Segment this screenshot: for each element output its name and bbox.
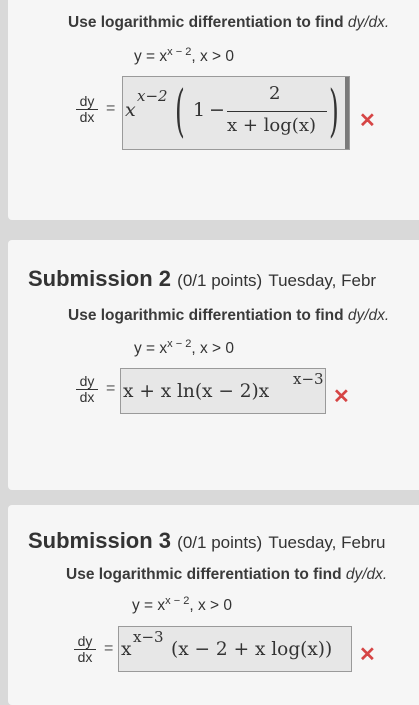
answer-box-edge — [345, 77, 349, 149]
dydx-numerator: dy — [76, 374, 98, 390]
answer-rest: (x − 2 + x log(x)) — [171, 639, 333, 660]
instruction-text: Use logarithmic differentiation to find … — [68, 307, 389, 325]
submission-3-header: Submission 3 (0/1 points) Tuesday, Febru — [28, 528, 386, 554]
answer-box-1: x x−2 ( 1 − 2 x + log(x) ) — [122, 76, 350, 150]
answer-box-2: x + x ln(x − 2)x x−3 — [120, 368, 326, 414]
dydx-denominator: dx — [79, 389, 95, 405]
answer-base: x — [125, 99, 136, 121]
dydx-numerator: dy — [74, 634, 96, 650]
submission-date: Tuesday, Febru — [268, 533, 386, 552]
answer-fraction-denominator: x + log(x) — [227, 115, 316, 136]
instruction-target: dy/dx. — [345, 566, 388, 583]
equals-sign: = — [106, 380, 116, 397]
given-equation: y = xx − 2, x > 0 — [132, 595, 232, 615]
answer-expression: x + x ln(x − 2)x — [123, 381, 270, 402]
incorrect-x-icon: ✕ — [333, 386, 350, 408]
dydx-denominator: dx — [77, 649, 93, 665]
answer-exponent: x−3 — [293, 370, 324, 388]
equation-condition: , x > 0 — [191, 48, 234, 66]
equation-lhs: y = x — [134, 48, 168, 66]
answer-minus: − — [209, 99, 225, 121]
answer-exponent: x−2 — [137, 87, 168, 105]
answer-paren-close: ) — [329, 79, 339, 144]
instruction-target: dy/dx. — [347, 307, 390, 324]
incorrect-x-icon: ✕ — [359, 110, 376, 132]
equals-sign: = — [106, 100, 116, 117]
given-equation: y = xx − 2, x > 0 — [134, 338, 234, 358]
equation-lhs: y = x — [132, 597, 166, 615]
submission-2-header: Submission 2 (0/1 points) Tuesday, Febr — [28, 266, 376, 292]
answer-paren-open: ( — [175, 79, 185, 144]
submission-title: Submission 2 — [28, 266, 172, 291]
dydx-fraction: dy dx — [74, 634, 96, 665]
instruction-prefix: Use logarithmic differentiation to find — [68, 14, 348, 31]
dydx-fraction: dy dx — [76, 94, 98, 125]
instruction-target: dy/dx. — [347, 14, 390, 31]
answer-fraction-numerator: 2 — [269, 83, 281, 104]
answer-base: x — [121, 639, 132, 660]
answer-fraction-bar — [227, 111, 327, 112]
equation-lhs: y = x — [134, 340, 168, 358]
submission-points: (0/1 points) — [177, 271, 263, 290]
answer-box-3: x x−3 (x − 2 + x log(x)) — [118, 626, 352, 672]
submission-title: Submission 3 — [28, 528, 172, 553]
instruction-prefix: Use logarithmic differentiation to find — [66, 566, 346, 583]
instruction-prefix: Use logarithmic differentiation to find — [68, 307, 348, 324]
equation-exponent: x − 2 — [167, 338, 192, 350]
submission-points: (0/1 points) — [177, 533, 263, 552]
answer-one: 1 — [193, 99, 206, 121]
incorrect-x-icon: ✕ — [359, 644, 376, 666]
dydx-numerator: dy — [76, 94, 98, 110]
instruction-text: Use logarithmic differentiation to find … — [66, 566, 387, 584]
submission-date: Tuesday, Febr — [268, 271, 377, 290]
given-equation: y = xx − 2, x > 0 — [134, 46, 234, 66]
answer-exponent: x−3 — [133, 628, 164, 646]
equals-sign: = — [104, 640, 114, 657]
dydx-fraction: dy dx — [76, 374, 98, 405]
dydx-denominator: dx — [79, 109, 95, 125]
equation-condition: , x > 0 — [189, 597, 232, 615]
equation-exponent: x − 2 — [167, 46, 192, 58]
equation-condition: , x > 0 — [191, 340, 234, 358]
equation-exponent: x − 2 — [165, 595, 190, 607]
instruction-text: Use logarithmic differentiation to find … — [68, 14, 389, 32]
